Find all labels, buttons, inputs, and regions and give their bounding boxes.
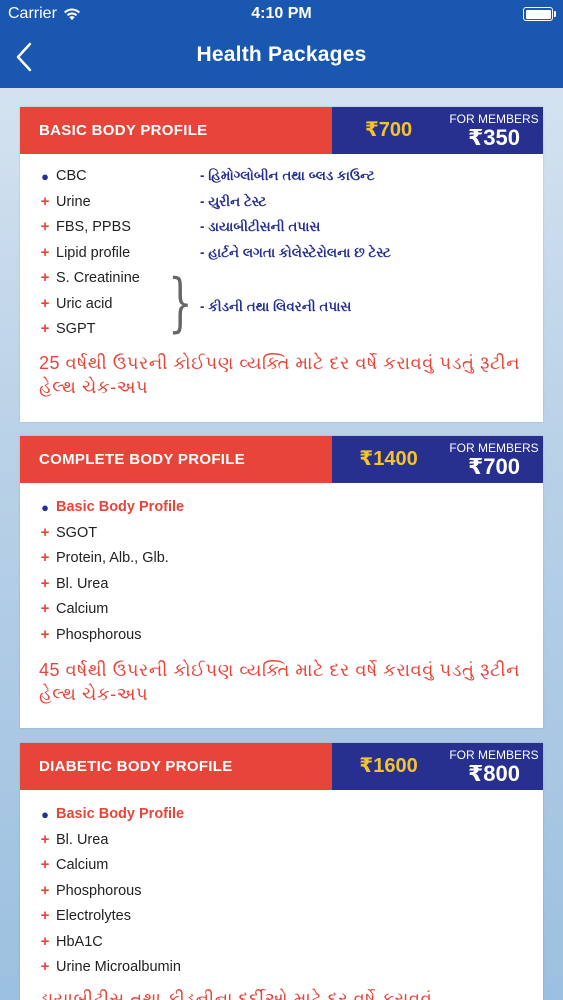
top-bar: Carrier 4:10 PM Health Packages: [0, 0, 563, 88]
member-price: ₹800: [467, 761, 520, 786]
list-item: + Lipid profile - હાર્ટને લગતા કોલેસ્ટેરોલ…: [20, 243, 543, 269]
list-item: + HbA1C: [20, 932, 543, 958]
test-note: - હાર્ટને લગતા કોલેસ્ટેરોલના છ ટેસ્ટ: [200, 244, 391, 260]
plus-icon: +: [40, 907, 50, 924]
plus-icon: +: [40, 269, 50, 286]
test-name: Basic Body Profile: [56, 806, 185, 822]
brace-icon: }: [168, 266, 193, 340]
test-name: FBS, PPBS: [56, 219, 131, 235]
list-item: + Calcium: [20, 855, 543, 881]
plus-icon: +: [40, 243, 50, 261]
navigation-bar: Health Packages: [0, 28, 563, 88]
plus-icon: +: [40, 294, 50, 312]
plus-icon: +: [40, 574, 50, 592]
bullet-icon: ●: [41, 500, 49, 515]
package-card-diabetic[interactable]: DIABETIC BODY PROFILE ₹1600 FOR MEMBERS …: [20, 743, 543, 1000]
test-name: Basic Body Profile: [56, 499, 185, 515]
member-price-box: FOR MEMBERS ₹800: [445, 743, 543, 790]
page-title: Health Packages: [196, 43, 367, 66]
test-name: HbA1C: [56, 933, 103, 950]
plus-icon: +: [40, 523, 50, 541]
list-item: + S. Creatinine: [20, 268, 543, 294]
test-name: Urine: [56, 193, 91, 210]
test-list: ● Basic Body Profile + SGOT + Protein, Alb.…: [20, 483, 543, 650]
package-header: DIABETIC BODY PROFILE ₹1600 FOR MEMBERS …: [20, 743, 543, 790]
plus-icon: +: [40, 549, 50, 566]
plus-icon: +: [40, 218, 50, 235]
plus-icon: +: [40, 192, 50, 210]
test-name: CBC: [56, 168, 87, 184]
test-name: Protein, Alb., Glb.: [56, 550, 169, 566]
plus-icon: +: [40, 856, 50, 873]
list-item: + Calcium: [20, 599, 543, 625]
list-item: ● Basic Body Profile: [20, 497, 543, 523]
plus-icon: +: [40, 932, 50, 950]
list-item: + Urine Microalbumin: [20, 957, 543, 983]
list-item: + Bl. Urea: [20, 574, 543, 600]
list-item: + Bl. Urea: [20, 830, 543, 856]
test-list: ● Basic Body Profile + Bl. Urea + Calcium +…: [20, 790, 543, 983]
battery-icon: [523, 7, 556, 21]
plus-icon: +: [40, 320, 50, 337]
test-name: Calcium: [56, 857, 109, 873]
test-name: Electrolytes: [56, 908, 131, 924]
package-name: DIABETIC BODY PROFILE: [20, 743, 332, 790]
package-name: COMPLETE BODY PROFILE: [20, 436, 332, 483]
status-bar: Carrier 4:10 PM: [0, 0, 563, 28]
list-item: + SGPT: [20, 319, 543, 345]
test-name: S. Creatinine: [56, 270, 140, 286]
test-name: SGOT: [56, 524, 98, 541]
package-header: BASIC BODY PROFILE ₹700 FOR MEMBERS ₹350: [20, 107, 543, 154]
package-price: ₹1400: [332, 436, 445, 483]
plus-icon: +: [40, 830, 50, 848]
test-note: - હિમોગ્લોબીન તથા બ્લડ કાઉન્ટ: [200, 168, 375, 183]
list-item: + Electrolytes: [20, 906, 543, 932]
test-name: Phosphorous: [56, 882, 142, 899]
member-price-box: FOR MEMBERS ₹700: [445, 436, 543, 483]
package-price: ₹1600: [332, 743, 445, 790]
test-name: SGPT: [56, 321, 96, 337]
package-remark: ડાયાબીટીસ તથા કીડનીના દર્દીઓ માટે દર વર્…: [39, 988, 433, 1000]
group-note: - કીડની તથા લિવરની તપાસ: [200, 299, 352, 314]
plus-icon: +: [40, 958, 50, 975]
list-item: + Phosphorous: [20, 881, 543, 907]
package-remark: 25 વર્ષથી ઉપરની કોઈપણ વ્યક્તિ માટે દર વર…: [39, 352, 521, 397]
test-name: Phosphorous: [56, 626, 142, 643]
member-price: ₹350: [467, 125, 520, 150]
test-note: - યુરીન ટેસ્ટ: [200, 193, 267, 209]
list-item: + Urine - યુરીન ટેસ્ટ: [20, 192, 543, 218]
list-item: + Protein, Alb., Glb.: [20, 548, 543, 574]
package-name: BASIC BODY PROFILE: [20, 107, 332, 154]
member-price: ₹700: [467, 454, 520, 479]
member-price-box: FOR MEMBERS ₹350: [445, 107, 543, 154]
list-item: ● CBC - હિમોગ્લોબીન તથા બ્લડ કાઉન્ટ: [20, 166, 543, 192]
package-card-basic[interactable]: BASIC BODY PROFILE ₹700 FOR MEMBERS ₹350…: [20, 107, 543, 422]
list-item: + Phosphorous: [20, 625, 543, 651]
test-name: Lipid profile: [56, 244, 131, 261]
package-card-complete[interactable]: COMPLETE BODY PROFILE ₹1400 FOR MEMBERS …: [20, 436, 543, 728]
bullet-icon: ●: [41, 169, 49, 184]
test-name: Calcium: [56, 601, 109, 617]
package-price: ₹700: [332, 107, 445, 154]
plus-icon: +: [40, 625, 50, 643]
bullet-icon: ●: [41, 807, 49, 822]
test-name: Bl. Urea: [56, 831, 109, 848]
package-header: COMPLETE BODY PROFILE ₹1400 FOR MEMBERS …: [20, 436, 543, 483]
plus-icon: +: [40, 881, 50, 899]
test-name: Bl. Urea: [56, 575, 109, 592]
package-remark: 45 વર્ષથી ઉપરની કોઈપણ વ્યક્તિ માટે દર વર…: [39, 660, 521, 704]
test-name: Uric acid: [56, 295, 113, 312]
list-item: + SGOT: [20, 523, 543, 549]
plus-icon: +: [40, 600, 50, 617]
test-name: Urine Microalbumin: [56, 959, 181, 975]
test-list: ● CBC - હિમોગ્લોબીન તથા બ્લડ કાઉન્ટ + Urine…: [20, 154, 543, 345]
test-note: - ડાયાબીટીસની તપાસ: [200, 219, 321, 234]
list-item: ● Basic Body Profile: [20, 804, 543, 830]
status-time: 4:10 PM: [251, 5, 312, 22]
list-item: + FBS, PPBS - ડાયાબીટીસની તપાસ: [20, 217, 543, 243]
